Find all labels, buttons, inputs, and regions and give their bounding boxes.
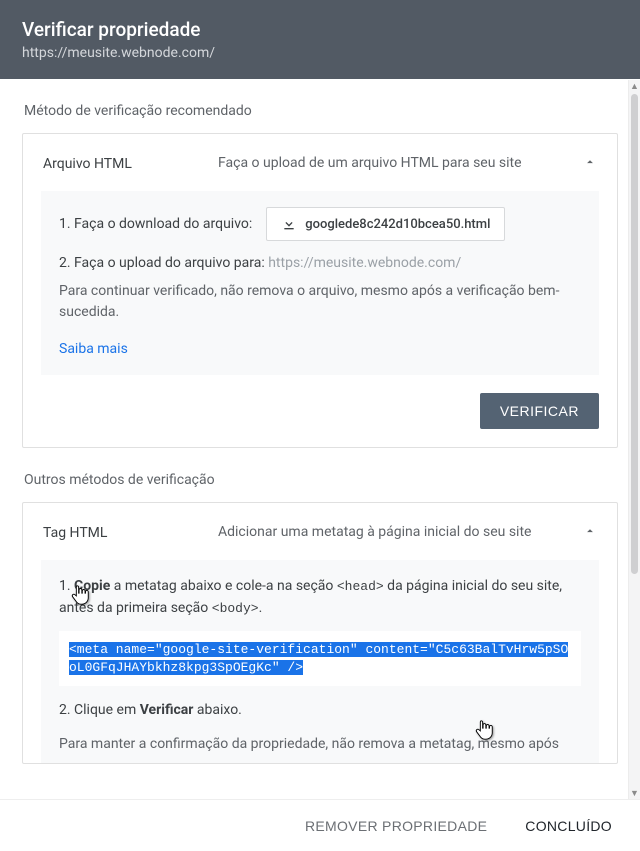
tag-step-1: 1. Copie a metatag abaixo e cole-a na se… [59,576,581,619]
method-title: Tag HTML [43,525,218,541]
remove-property-button[interactable]: REMOVER PROPRIEDADE [299,810,493,842]
method-card-body: 1. Copie a metatag abaixo e cole-a na se… [41,560,599,763]
chevron-up-icon [577,154,597,173]
download-icon [281,216,297,232]
scrollbar-up-arrow-icon[interactable]: ▲ [629,80,640,92]
scrollbar-thumb[interactable] [631,94,638,574]
learn-more-link[interactable]: Saiba mais [59,341,128,357]
keep-tag-note: Para manter a confirmação da propriedade… [59,734,581,755]
method-card-html-file: Arquivo HTML Faça o upload de um arquivo… [22,133,618,448]
dialog-footer: REMOVER PROPRIEDADE CONCLUÍDO [0,799,640,851]
method-title: Arquivo HTML [43,156,218,172]
download-file-button[interactable]: googlede8c242d10bcea50.html [266,207,505,241]
method-card-header[interactable]: Arquivo HTML Faça o upload de um arquivo… [23,134,617,191]
tag-step-2: 2. Clique em Verificar abaixo. [59,700,581,722]
method-card-body: 1. Faça o download do arquivo: googlede8… [41,191,599,375]
step-1-label: 1. Faça o download do arquivo: [59,216,252,232]
dialog-title: Verificar propriedade [22,18,618,41]
vertical-scrollbar[interactable]: ▲ ▼ [628,80,640,799]
method-card-html-tag: Tag HTML Adicionar uma metatag à página … [22,502,618,764]
verify-button[interactable]: VERIFICAR [480,393,599,429]
dialog-header: Verificar propriedade https://meusite.we… [0,0,640,79]
meta-tag-code-box[interactable]: <meta name="google-site-verification" co… [59,631,581,686]
chevron-up-icon [577,523,597,542]
section-other-heading: Outros métodos de verificação [22,448,618,502]
method-card-header[interactable]: Tag HTML Adicionar uma metatag à página … [23,503,617,560]
upload-target-url: https://meusite.webnode.com/ [268,255,461,271]
method-description: Faça o upload de um arquivo HTML para se… [218,154,577,172]
section-recommended-heading: Método de verificação recomendado [22,79,618,133]
done-button[interactable]: CONCLUÍDO [519,810,618,842]
method-description: Adicionar uma metatag à página inicial d… [218,523,577,541]
dialog-body-scroll[interactable]: Método de verificação recomendado Arquiv… [0,79,640,799]
dialog-subtitle: https://meusite.webnode.com/ [22,45,618,61]
step-2-label: 2. Faça o upload do arquivo para: [59,255,265,271]
scrollbar-down-arrow-icon[interactable]: ▼ [629,787,640,799]
keep-file-note: Para continuar verificado, não remova o … [59,281,581,323]
download-file-name: googlede8c242d10bcea50.html [305,217,490,232]
meta-tag-selected-text: <meta name="google-site-verification" co… [69,642,568,675]
